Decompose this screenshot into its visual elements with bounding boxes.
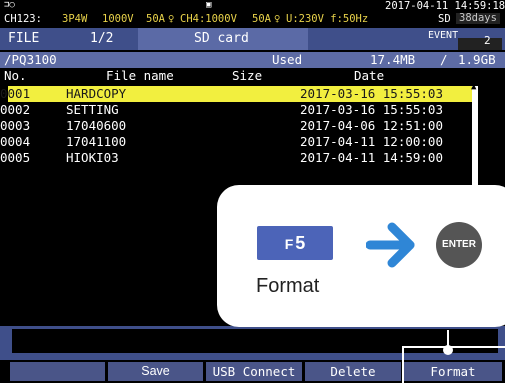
tab-title: SD card: [194, 31, 249, 46]
arrow-right-icon: [366, 222, 415, 268]
instruction-caption: Format: [256, 275, 320, 297]
file-date: 2017-04-11 14:59:00: [300, 150, 443, 165]
status-bar: ⊐○ ▣ 2017-04-11 14:59:18 CH123: 3P4W 100…: [0, 0, 505, 28]
col-date: Date: [354, 68, 385, 83]
file-name: HIOKI03: [66, 150, 119, 165]
event-count-box: [458, 38, 502, 50]
current-range: 50A: [146, 13, 165, 25]
file-date: 2017-03-16 15:55:03: [300, 102, 443, 117]
col-file-name: File name: [106, 68, 174, 83]
file-row[interactable]: 0005 HIOKI03 2017-04-11 14:59:00: [0, 150, 473, 166]
delete-button[interactable]: Delete: [305, 362, 401, 381]
file-row[interactable]: 0003 17040600 2017-04-06 12:51:00: [0, 118, 473, 134]
voltage-frequency: U:230V f:50Hz: [286, 13, 369, 25]
file-no: 0001: [0, 86, 31, 101]
save-button[interactable]: Save: [108, 362, 203, 381]
callout-bracket: [402, 346, 505, 388]
file-name: SETTING: [66, 102, 119, 117]
file-date: 2017-04-06 12:51:00: [300, 118, 443, 133]
current-range-2: 50A: [252, 13, 271, 25]
clamp-icon: ♀: [168, 13, 175, 25]
f5-key-icon: F5: [257, 226, 333, 260]
list-scrollbar[interactable]: ▲: [471, 82, 478, 186]
file-date: 2017-03-16 15:55:03: [300, 86, 443, 101]
event-label: EVENT: [428, 30, 459, 41]
page-indicator: 1/2: [90, 31, 114, 46]
folder-path: /PQ3100: [4, 52, 57, 67]
f1-button[interactable]: [10, 362, 105, 381]
sd-label: SD: [438, 13, 451, 25]
col-size: Size: [232, 68, 263, 83]
usb-connect-button[interactable]: USB Connect: [206, 362, 302, 381]
wiring: 3P4W: [62, 13, 88, 25]
path-row: [0, 52, 505, 68]
scroll-up-icon: ▲: [471, 82, 477, 92]
used-label: Used: [272, 52, 303, 67]
file-name: 17040600: [66, 118, 127, 133]
voltage-range: 1000V: [102, 13, 134, 25]
sd-card-icon: ▣: [206, 0, 212, 10]
file-no: 0004: [0, 134, 31, 149]
file-name: 17041100: [66, 134, 127, 149]
capacity-value: 1.9GB: [458, 52, 496, 67]
col-no: No.: [4, 68, 27, 83]
datetime: 2017-04-11 14:59:18: [385, 0, 505, 12]
capacity-separator: /: [440, 52, 448, 67]
file-row[interactable]: 0002 SETTING 2017-03-16 15:55:03: [0, 102, 473, 118]
file-no: 0003: [0, 118, 31, 133]
callout-dot: [443, 345, 453, 355]
file-row[interactable]: 0001 HARDCOPY 2017-03-16 15:55:03: [0, 86, 473, 102]
enter-key-icon: ENTER: [436, 222, 482, 268]
file-date: 2017-04-11 12:00:00: [300, 134, 443, 149]
file-no: 0005: [0, 150, 31, 165]
file-no: 0002: [0, 102, 31, 117]
clamp-icon-2: ♀: [274, 13, 281, 25]
connection-icon: ⊐○: [4, 0, 15, 10]
sd-days: 38days: [456, 13, 500, 24]
used-value: 17.4MB: [370, 52, 416, 67]
file-name: HARDCOPY: [66, 86, 127, 101]
ch123-label: CH123:: [4, 13, 42, 25]
ch4-label: CH4:1000V: [180, 13, 237, 25]
event-count: 2: [484, 34, 491, 47]
file-row[interactable]: 0004 17041100 2017-04-11 12:00:00: [0, 134, 473, 150]
menu-title: FILE: [8, 31, 40, 46]
